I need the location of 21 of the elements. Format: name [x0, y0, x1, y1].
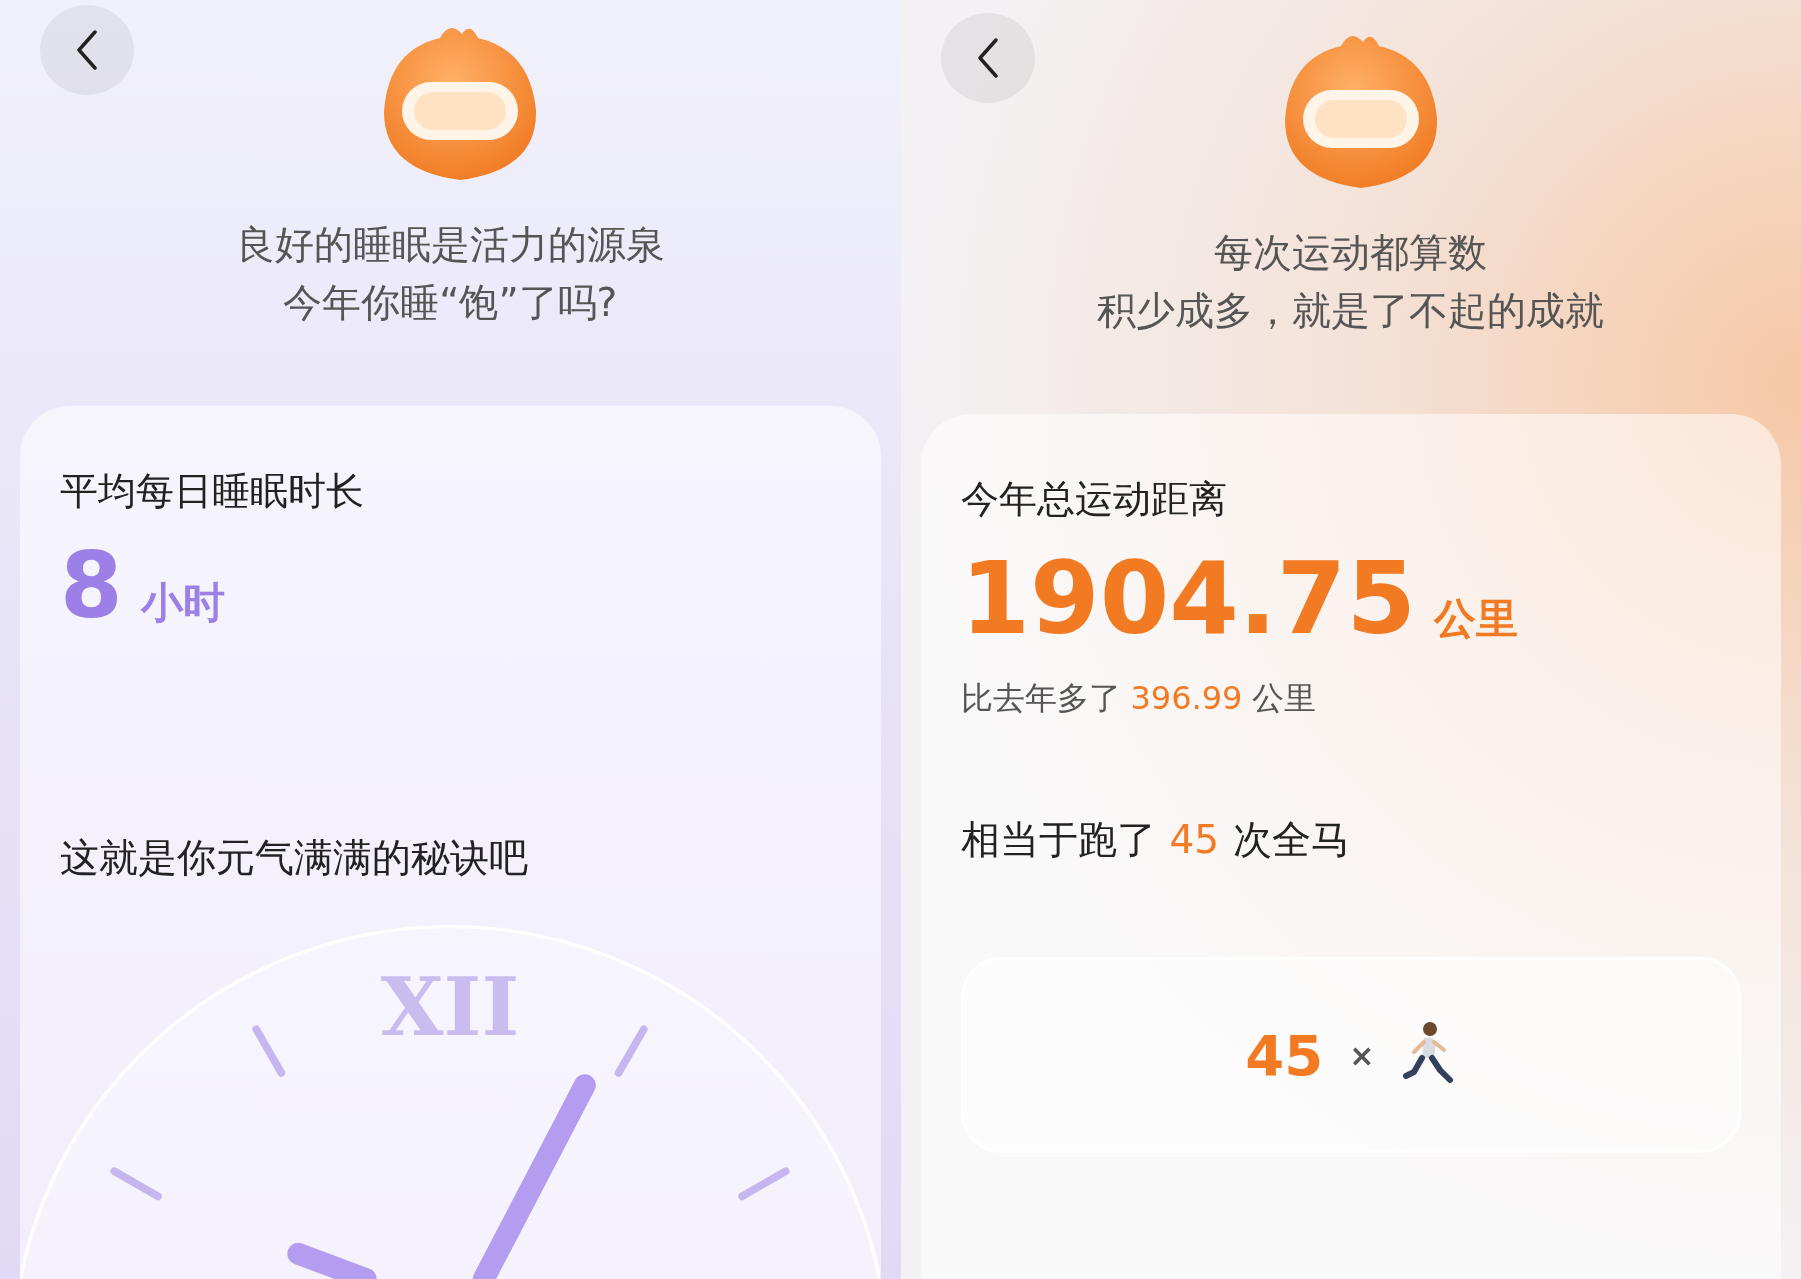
equivalent-text: 相当于跑了 — [960, 816, 1156, 864]
compare-amount: 396.99 — [1130, 679, 1243, 717]
compare-text: 比去年多了 — [960, 678, 1121, 719]
back-icon — [76, 30, 98, 70]
card-title: 平均每日睡眠时长 — [60, 468, 364, 515]
headline-text: 每次运动都算数 — [1214, 230, 1488, 276]
badge-count: 45 — [1245, 1022, 1324, 1088]
back-icon — [976, 38, 999, 78]
card-title: 今年总运动距离 — [960, 476, 1227, 523]
headline-text: 良好的睡眠是活力的源泉 — [235, 222, 665, 268]
times-sign: × — [1349, 1037, 1375, 1073]
unit-label: 小时 — [140, 577, 225, 629]
sleep-hours-value: 8 — [60, 541, 123, 631]
marathon-count: 45 — [1169, 817, 1220, 862]
caption-text: 这就是你元气满满的秘诀吧 — [60, 834, 528, 882]
compare-unit: 公里 — [1252, 678, 1317, 719]
headline-text: 积少成多，就是了不起的成就 — [1097, 288, 1605, 334]
headline-text: 今年你睡“饱”了吗? — [283, 280, 618, 326]
equivalent-unit: 次全马 — [1233, 816, 1351, 864]
distance-value: 1904.75 — [960, 549, 1416, 649]
unit-label: 公里 — [1433, 593, 1518, 645]
